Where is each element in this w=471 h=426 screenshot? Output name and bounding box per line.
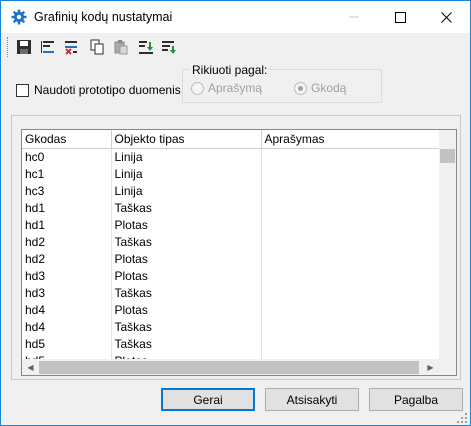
radio-circle[interactable] bbox=[191, 81, 204, 95]
window-title: Grafinių kodų nustatymai bbox=[34, 10, 173, 24]
paste-icon[interactable] bbox=[111, 37, 131, 57]
cell-object-type[interactable]: Taškas bbox=[111, 233, 262, 250]
radio-circle-selected[interactable] bbox=[294, 81, 307, 95]
filter-down-icon[interactable] bbox=[159, 37, 179, 57]
cell-object-type[interactable]: Linija bbox=[111, 148, 262, 165]
cell-gkodas[interactable]: hd3 bbox=[22, 267, 112, 284]
dialog-window: Grafinių kodų nustatymai Naudoti prototi… bbox=[0, 0, 471, 426]
cell-description[interactable] bbox=[261, 301, 439, 318]
cell-description[interactable] bbox=[261, 335, 439, 352]
cell-gkodas[interactable]: hd2 bbox=[22, 233, 112, 250]
toolbar-grip[interactable] bbox=[7, 37, 10, 57]
table-row[interactable]: hd1 Taškas bbox=[22, 199, 439, 216]
close-button[interactable] bbox=[423, 1, 469, 33]
radio-sort-gkodas[interactable]: Gkodą bbox=[294, 81, 346, 95]
cell-description[interactable] bbox=[261, 352, 439, 359]
checkbox-box[interactable] bbox=[16, 83, 29, 97]
column-header-object-type[interactable]: Objekto tipas bbox=[111, 130, 262, 149]
header-row: Gkodas Objekto tipas Aprašymas bbox=[22, 130, 439, 149]
cancel-button[interactable]: Atsisakyti bbox=[265, 388, 359, 411]
cell-object-type[interactable]: Taškas bbox=[111, 318, 262, 335]
cell-gkodas[interactable]: hc1 bbox=[22, 165, 112, 182]
sort-group-legend: Rikiuoti pagal: bbox=[190, 63, 270, 77]
codes-table: Gkodas Objekto tipas Aprašymas hc0 Linija… bbox=[22, 130, 439, 359]
scrollbar-corner bbox=[439, 359, 456, 375]
vertical-scroll-thumb[interactable] bbox=[440, 149, 455, 163]
cell-description[interactable] bbox=[261, 199, 439, 216]
insert-row-icon[interactable] bbox=[38, 37, 58, 57]
gear-icon bbox=[11, 9, 27, 25]
cell-gkodas[interactable]: hd1 bbox=[22, 216, 112, 233]
horizontal-scroll-thumb[interactable] bbox=[39, 361, 419, 374]
codes-grid: Gkodas Objekto tipas Aprašymas hc0 Linija… bbox=[21, 129, 457, 376]
cell-gkodas[interactable]: hc3 bbox=[22, 182, 112, 199]
table-row[interactable]: hd3 Plotas bbox=[22, 267, 439, 284]
cell-description[interactable] bbox=[261, 216, 439, 233]
grid-rows: hc0 Linija hc1 Linija hc3 Linija hd1 Taškas hd1 P… bbox=[22, 148, 439, 359]
sort-down-icon[interactable] bbox=[136, 37, 156, 57]
table-row[interactable]: hd3 Taškas bbox=[22, 284, 439, 301]
cell-gkodas[interactable]: hc0 bbox=[22, 148, 112, 165]
cell-description[interactable] bbox=[261, 284, 439, 301]
cell-object-type[interactable]: Plotas bbox=[111, 250, 262, 267]
cell-object-type[interactable]: Linija bbox=[111, 165, 262, 182]
table-row[interactable]: hd4 Taškas bbox=[22, 318, 439, 335]
cell-gkodas[interactable]: hd2 bbox=[22, 250, 112, 267]
cell-object-type[interactable]: Taškas bbox=[111, 199, 262, 216]
scroll-right-icon[interactable]: ▶ bbox=[422, 359, 439, 375]
radio-sort-description[interactable]: Aprašymą bbox=[191, 81, 262, 95]
cell-object-type[interactable]: Plotas bbox=[111, 216, 262, 233]
help-button[interactable]: Pagalba bbox=[369, 388, 463, 411]
delete-row-icon[interactable] bbox=[61, 37, 81, 57]
checkbox-label: Naudoti prototipo duomenis bbox=[34, 83, 181, 97]
maximize-button[interactable] bbox=[377, 1, 423, 33]
table-row[interactable]: hd1 Plotas bbox=[22, 216, 439, 233]
resize-grip-icon[interactable] bbox=[457, 412, 467, 423]
use-prototype-checkbox[interactable]: Naudoti prototipo duomenis bbox=[16, 83, 181, 97]
table-row[interactable]: hd2 Plotas bbox=[22, 250, 439, 267]
cell-gkodas[interactable]: hd5 bbox=[22, 352, 112, 359]
vertical-scrollbar[interactable]: ▼ bbox=[439, 130, 456, 372]
cell-gkodas[interactable]: hd1 bbox=[22, 199, 112, 216]
cell-object-type[interactable]: Plotas bbox=[111, 301, 262, 318]
cell-gkodas[interactable]: hd4 bbox=[22, 318, 112, 335]
cell-object-type[interactable]: Taškas bbox=[111, 284, 262, 301]
cell-description[interactable] bbox=[261, 148, 439, 165]
cell-object-type[interactable]: Taškas bbox=[111, 335, 262, 352]
grid-body: Gkodas Objekto tipas Aprašymas hc0 Linija… bbox=[22, 130, 439, 359]
toolbar bbox=[1, 34, 470, 60]
column-header-description[interactable]: Aprašymas bbox=[261, 130, 439, 149]
table-row[interactable]: hd5 Taškas bbox=[22, 335, 439, 352]
ok-button[interactable]: Gerai bbox=[161, 388, 255, 411]
minimize-button[interactable] bbox=[331, 1, 377, 33]
title-bar[interactable]: Grafinių kodų nustatymai bbox=[1, 1, 470, 33]
cell-gkodas[interactable]: hd4 bbox=[22, 301, 112, 318]
radio-label: Aprašymą bbox=[208, 81, 263, 95]
table-row[interactable]: hc1 Linija bbox=[22, 165, 439, 182]
column-header-gkodas[interactable]: Gkodas bbox=[22, 130, 112, 149]
cell-description[interactable] bbox=[261, 267, 439, 284]
cell-description[interactable] bbox=[261, 233, 439, 250]
cell-object-type[interactable]: Plotas bbox=[111, 267, 262, 284]
cell-description[interactable] bbox=[261, 250, 439, 267]
table-row[interactable]: hd2 Taškas bbox=[22, 233, 439, 250]
cell-gkodas[interactable]: hd3 bbox=[22, 284, 112, 301]
table-row[interactable]: hc3 Linija bbox=[22, 182, 439, 199]
cell-description[interactable] bbox=[261, 165, 439, 182]
table-row[interactable]: hc0 Linija bbox=[22, 148, 439, 165]
table-row[interactable]: hd5Plotas bbox=[22, 352, 439, 359]
cell-object-type[interactable]: Plotas bbox=[111, 352, 262, 359]
horizontal-scrollbar[interactable]: ◀ ▶ bbox=[22, 359, 439, 375]
radio-label: Gkodą bbox=[311, 81, 347, 95]
cell-description[interactable] bbox=[261, 318, 439, 335]
scroll-left-icon[interactable]: ◀ bbox=[22, 359, 39, 375]
save-icon[interactable] bbox=[14, 37, 34, 57]
table-row[interactable]: hd4 Plotas bbox=[22, 301, 439, 318]
cell-description[interactable] bbox=[261, 182, 439, 199]
copy-icon[interactable] bbox=[87, 37, 107, 57]
cell-object-type[interactable]: Linija bbox=[111, 182, 262, 199]
cell-gkodas[interactable]: hd5 bbox=[22, 335, 112, 352]
